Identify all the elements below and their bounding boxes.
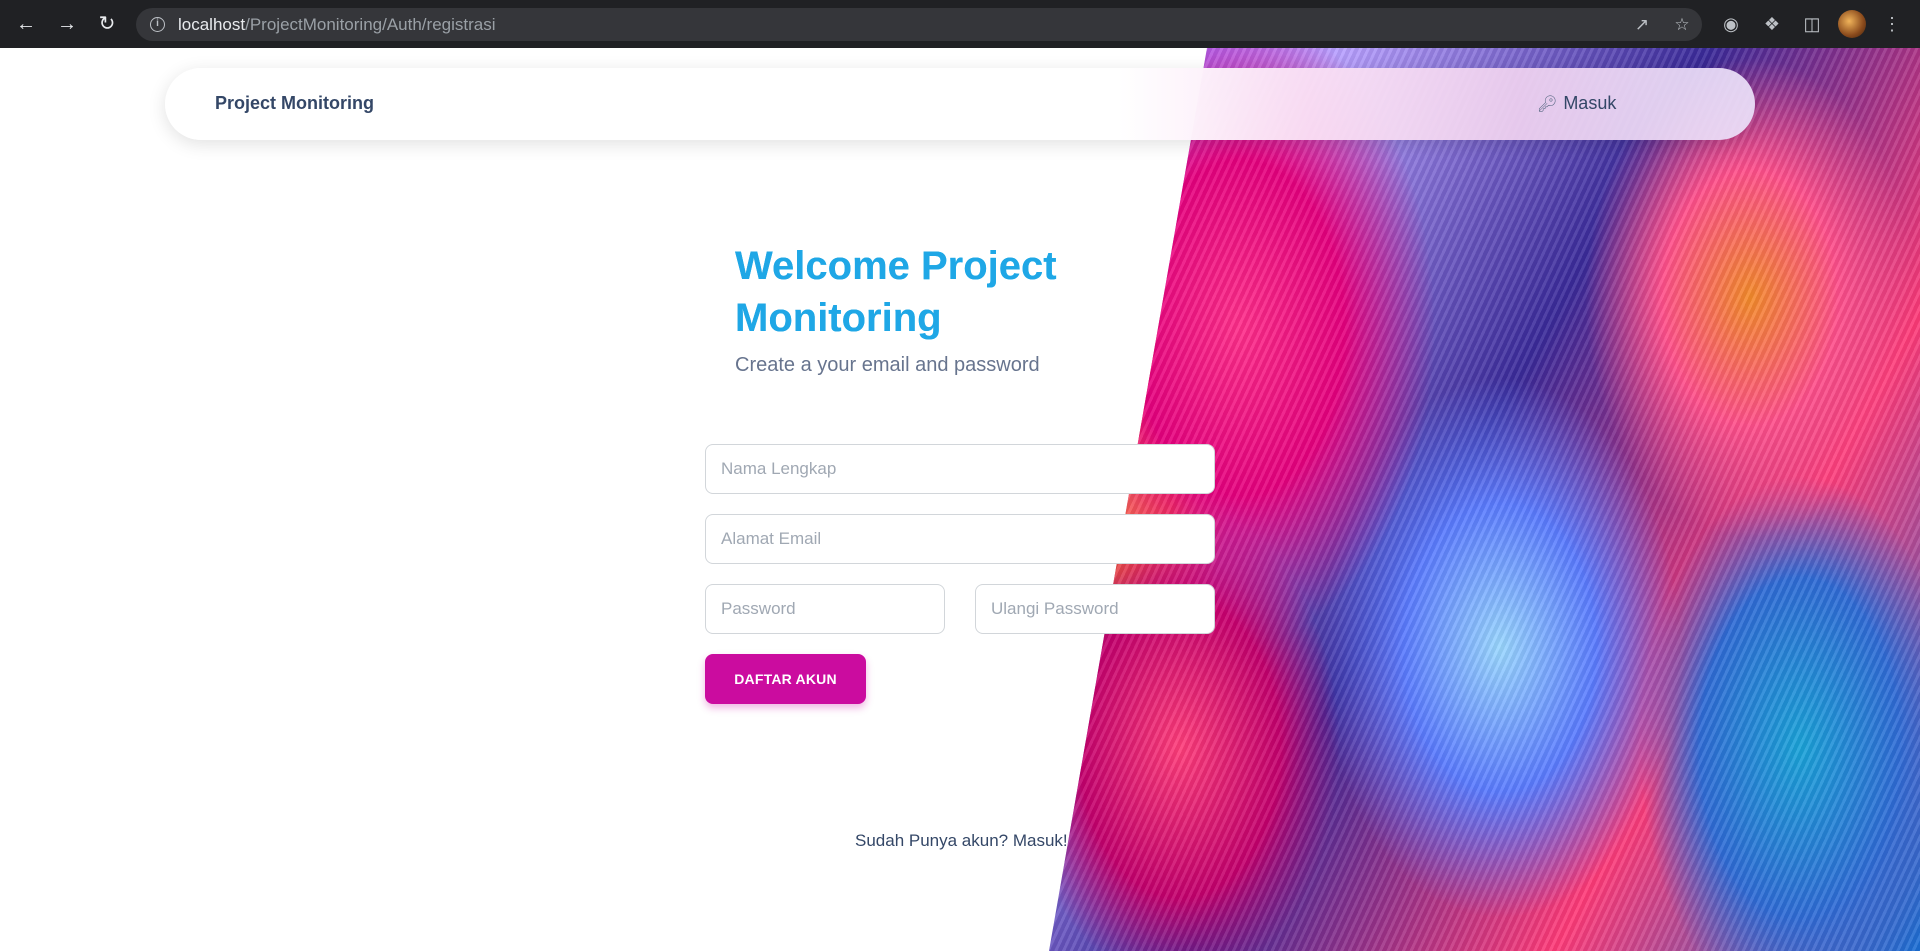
brand-link[interactable]: Project Monitoring	[215, 93, 374, 114]
page-title: Welcome Project Monitoring	[735, 240, 1155, 344]
register-button[interactable]: DAFTAR AKUN	[705, 654, 866, 704]
side-panel-icon[interactable]: ◫	[1800, 12, 1824, 36]
nav-login-label: Masuk	[1563, 93, 1617, 113]
full-name-input[interactable]	[705, 444, 1215, 494]
puzzle-icon[interactable]: ❖	[1760, 12, 1784, 36]
address-bar[interactable]: i localhost/ProjectMonitoring/Auth/regis…	[136, 8, 1702, 41]
url-host: localhost	[178, 15, 246, 34]
password-input[interactable]	[705, 584, 945, 634]
url-path: /ProjectMonitoring/Auth/registrasi	[245, 15, 496, 34]
url-text[interactable]: localhost/ProjectMonitoring/Auth/registr…	[178, 15, 496, 35]
reload-icon[interactable]: ↻	[95, 12, 119, 36]
back-arrow-icon[interactable]: ←	[14, 12, 38, 36]
camera-icon[interactable]: ◉	[1719, 12, 1743, 36]
browser-toolbar: ← → ↻ i localhost/ProjectMonitoring/Auth…	[0, 0, 1920, 48]
profile-avatar[interactable]	[1838, 10, 1866, 38]
email-input[interactable]	[705, 514, 1215, 564]
forward-arrow-icon[interactable]: →	[55, 12, 79, 36]
share-icon[interactable]: ↗	[1631, 14, 1653, 36]
star-icon[interactable]: ☆	[1671, 14, 1693, 36]
kebab-menu-icon[interactable]: ⋮	[1880, 12, 1904, 36]
page-subtitle: Create a your email and password	[735, 354, 1040, 376]
confirm-password-input[interactable]	[975, 584, 1215, 634]
nav-login-link[interactable]: 🔑︎ Masuk	[1537, 93, 1616, 114]
login-prompt-link[interactable]: Sudah Punya akun? Masuk!	[855, 831, 1068, 851]
key-icon: 🔑︎	[1537, 96, 1558, 113]
navbar: Project Monitoring 🔑︎ Masuk	[165, 68, 1755, 140]
decorative-background-art	[1049, 48, 1920, 951]
info-icon[interactable]: i	[150, 17, 165, 32]
registration-page: Project Monitoring 🔑︎ Masuk Welcome Proje…	[0, 48, 1920, 951]
